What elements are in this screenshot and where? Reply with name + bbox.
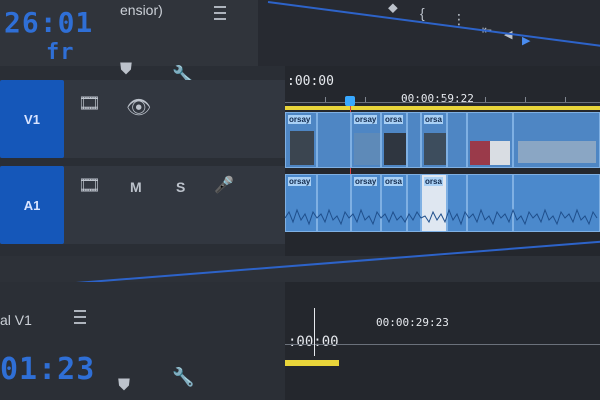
- video-clip[interactable]: [513, 112, 600, 168]
- ruler-tick: [365, 97, 366, 102]
- track-target-v1[interactable]: V1: [0, 80, 64, 158]
- ruler-tick: [525, 97, 526, 102]
- timeline-mid-time: 00:00:59:22: [401, 92, 474, 105]
- timecode-frames: fr: [46, 40, 75, 65]
- secondary-work-area-bar[interactable]: [285, 360, 339, 366]
- mute-icon[interactable]: M: [130, 180, 142, 194]
- sequence-name: ensior): [120, 2, 163, 18]
- timeline-toolbar: [258, 0, 600, 66]
- ruler-tick: [485, 97, 486, 102]
- clip-thumbnail: [490, 141, 510, 165]
- secondary-sequence-name: al V1: [0, 312, 32, 328]
- menu-icon[interactable]: [214, 6, 226, 20]
- secondary-playhead[interactable]: [314, 308, 315, 356]
- clip-thumbnail: [424, 133, 446, 165]
- timeline-start-time: :00:00: [287, 74, 334, 89]
- film-icon[interactable]: 🎞: [78, 176, 101, 194]
- braces-icon[interactable]: {: [420, 6, 425, 20]
- secondary-time-ruler[interactable]: [285, 344, 600, 345]
- ruler-tick: [445, 97, 446, 102]
- secondary-timeline-mid: 00:00:29:23: [376, 316, 449, 329]
- work-area-bar[interactable]: [285, 106, 600, 110]
- wrench-icon[interactable]: 🔧: [172, 368, 194, 386]
- video-clip[interactable]: orsay: [351, 112, 381, 168]
- time-ruler[interactable]: [285, 102, 600, 103]
- ruler-tick: [405, 97, 406, 102]
- clip-thumbnail: [354, 133, 380, 165]
- timeline-panel[interactable]: :00:00 00:00:59:22 orsay orsay orsa orsa…: [285, 66, 600, 256]
- clip-thumbnail: [518, 141, 596, 163]
- ruler-tick: [565, 97, 566, 102]
- timecode-display[interactable]: 26:01: [4, 6, 93, 39]
- marker-icon[interactable]: ⬥: [388, 0, 398, 14]
- clip-label: orsa: [424, 115, 443, 124]
- shield-icon[interactable]: ⛊: [118, 378, 130, 394]
- clip-thumbnail: [470, 141, 490, 165]
- play-icon[interactable]: ▶: [522, 36, 530, 47]
- clip-label: orsay: [354, 115, 378, 124]
- more-icon[interactable]: ⋮: [452, 12, 466, 26]
- video-clip[interactable]: orsa: [421, 112, 447, 168]
- video-clip[interactable]: [407, 112, 421, 168]
- menu-icon[interactable]: [74, 310, 86, 324]
- ruler-tick: [325, 97, 326, 102]
- clip-label: orsa: [384, 115, 403, 124]
- clip-thumbnail: [290, 131, 314, 165]
- video-clip[interactable]: orsay: [285, 112, 317, 168]
- shield-icon[interactable]: ⛊: [120, 62, 132, 78]
- video-clip[interactable]: [467, 112, 513, 168]
- clip-thumbnail: [384, 133, 406, 165]
- video-clip[interactable]: orsa: [381, 112, 407, 168]
- video-clip[interactable]: [447, 112, 467, 168]
- microphone-icon[interactable]: 🎤: [214, 178, 234, 194]
- video-clip[interactable]: [317, 112, 351, 168]
- clip-label: orsay: [288, 115, 312, 124]
- secondary-timecode[interactable]: 01:23: [0, 352, 95, 387]
- eye-icon[interactable]: 👁: [126, 98, 151, 118]
- film-icon[interactable]: 🎞: [78, 94, 101, 112]
- audio-waveform: [285, 208, 598, 226]
- track-target-a1[interactable]: A1: [0, 166, 64, 244]
- solo-icon[interactable]: S: [176, 180, 185, 194]
- playhead-handle[interactable]: [345, 96, 355, 106]
